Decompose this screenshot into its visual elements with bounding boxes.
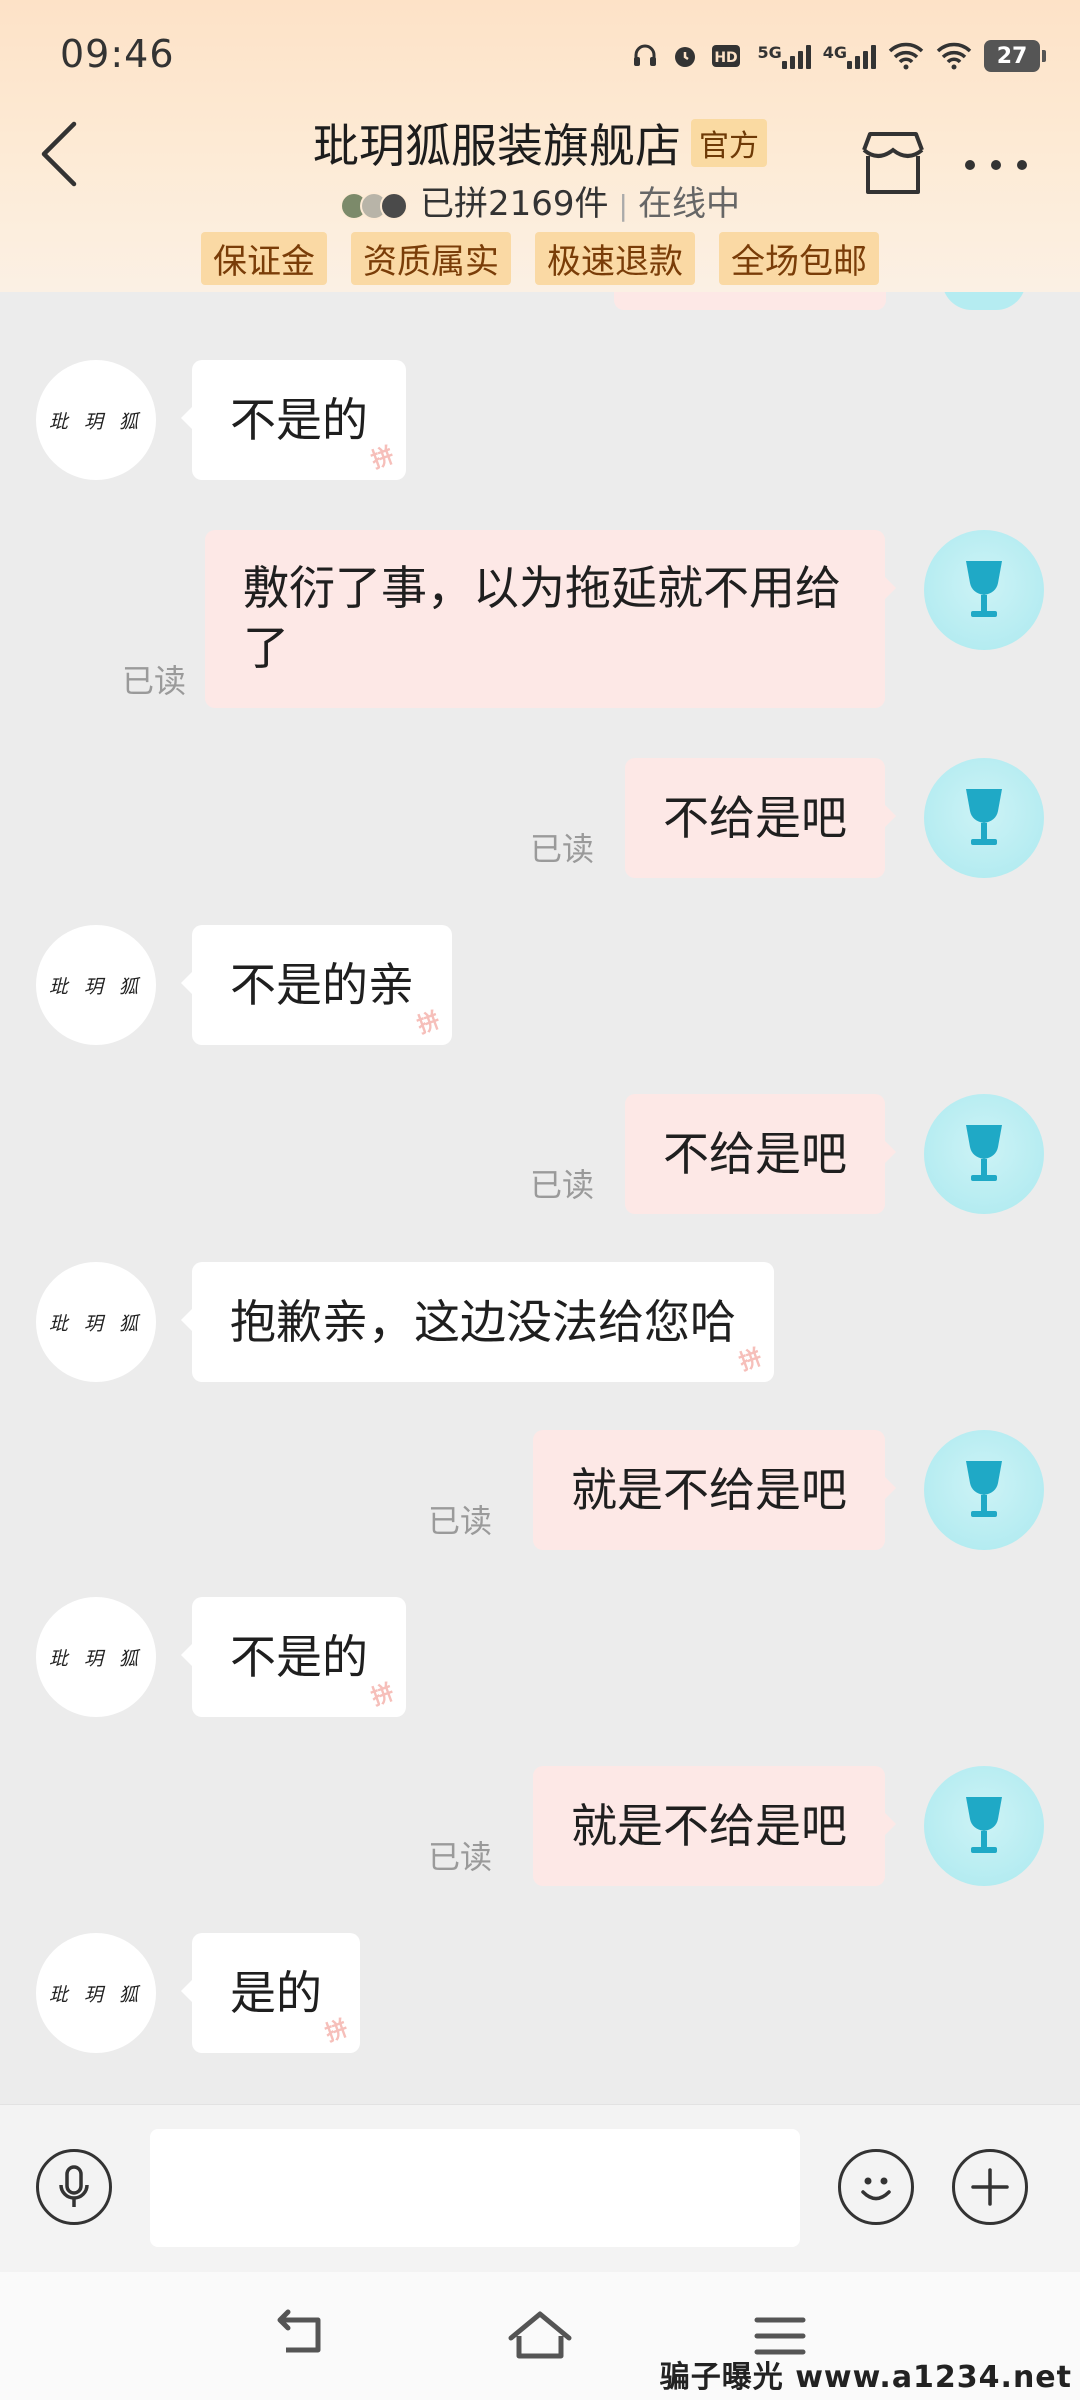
message-bubble[interactable]: 不是的拼	[181, 1597, 406, 1717]
message-text: 不是的	[230, 393, 368, 447]
message-bubble[interactable]: 是的拼	[181, 1933, 360, 2053]
message-text: 不给是吧	[663, 791, 847, 845]
shop-subtitle: 已拼2169件 | 在线中	[0, 176, 1080, 225]
nav-home-icon[interactable]	[505, 2306, 575, 2366]
message-text: 就是不给是吧	[571, 1463, 847, 1517]
shop-avatar[interactable]: 玭 玥 狐	[36, 925, 156, 1045]
service-tags: 保证金 资质属实 极速退款 全场包邮	[0, 232, 1080, 285]
user-avatar[interactable]	[924, 1766, 1044, 1886]
wifi-icon	[888, 42, 924, 70]
message-text: 是的	[230, 1966, 322, 2020]
message-input[interactable]	[150, 2129, 800, 2247]
status-icons: HD 5G 4G 27	[631, 34, 1046, 78]
message-text: 不是的	[230, 1630, 368, 1684]
message-text: 抱歉亲，这边没法给您哈	[230, 1295, 736, 1349]
signal-4g-icon: 4G	[823, 43, 876, 69]
hd-label: HD	[715, 50, 738, 66]
pin-watermark-icon: 拼	[322, 2016, 352, 2048]
read-receipt: 已读	[428, 1838, 493, 1876]
user-avatar[interactable]	[924, 530, 1044, 650]
input-bar	[0, 2104, 1080, 2273]
emoji-icon[interactable]	[838, 2149, 914, 2225]
site-watermark: 骗子曝光 www.a1234.net	[659, 2360, 1072, 2395]
user-avatar[interactable]	[924, 1430, 1044, 1550]
pin-watermark-icon: 拼	[414, 1008, 444, 1040]
message-bubble[interactable]: 就是不给是吧	[533, 1766, 896, 1886]
shop-name[interactable]: 玭玥狐服装旗舰店	[313, 119, 681, 173]
message-bubble[interactable]: 不给是吧	[625, 758, 896, 878]
pin-watermark-icon: 拼	[368, 443, 398, 475]
subtitle-separator: |	[618, 189, 628, 222]
message-text: 敷衍了事，以为拖延就不用给了	[243, 561, 841, 675]
wifi-icon-2	[936, 42, 972, 70]
message-bubble[interactable]: 不给是吧	[625, 1094, 896, 1214]
message-text: 就是不给是吧	[571, 1799, 847, 1853]
message-bubble[interactable]: 不是的亲拼	[181, 925, 452, 1045]
message-text: 不是的亲	[230, 958, 414, 1012]
tag-free-shipping[interactable]: 全场包邮	[719, 232, 879, 285]
read-receipt: 已读	[122, 662, 187, 700]
signal-5g-label: 5G	[757, 43, 782, 62]
user-avatar[interactable]	[924, 758, 1044, 878]
read-receipt: 已读	[428, 1502, 493, 1540]
hd-icon: HD	[711, 42, 745, 70]
tag-deposit[interactable]: 保证金	[201, 232, 327, 285]
official-badge: 官方	[691, 119, 767, 167]
pin-watermark-icon: 拼	[736, 1345, 766, 1377]
message-bubble[interactable]: 敷衍了事，以为拖延就不用给了	[205, 530, 896, 708]
shop-avatar[interactable]: 玭 玥 狐	[36, 1597, 156, 1717]
wine-glass-icon	[966, 789, 1002, 845]
user-avatar[interactable]	[924, 1094, 1044, 1214]
status-bar: 09:46 HD 5G 4G 27	[0, 0, 1080, 112]
shop-avatar[interactable]: 玭 玥 狐	[36, 1933, 156, 2053]
battery-icon: 27	[984, 40, 1046, 72]
tag-verified[interactable]: 资质属实	[351, 232, 511, 285]
tag-fast-refund[interactable]: 极速退款	[535, 232, 695, 285]
buyer-avatars	[340, 191, 412, 220]
buyer-avatar	[380, 191, 409, 220]
system-nav-bar: 骗子曝光 www.a1234.net	[0, 2272, 1080, 2400]
microphone-icon[interactable]	[36, 2149, 112, 2225]
signal-4g-label: 4G	[822, 43, 847, 62]
message-bubble[interactable]: 抱歉亲，这边没法给您哈拼	[181, 1262, 774, 1382]
alarm-icon	[671, 42, 699, 70]
chat-header: 09:46 HD 5G 4G 27 玭玥狐服装旗舰店 官方 已拼2169件 | …	[0, 0, 1080, 292]
wine-glass-icon	[966, 561, 1002, 617]
wine-glass-icon	[966, 1461, 1002, 1517]
message-bubble[interactable]: 不是的拼	[181, 360, 406, 480]
message-bubble[interactable]: 就是不给是吧	[533, 1430, 896, 1550]
read-receipt: 已读	[530, 830, 595, 868]
shop-avatar[interactable]: 玭 玥 狐	[36, 360, 156, 480]
status-time: 09:46	[60, 32, 175, 76]
headset-icon	[631, 42, 659, 70]
sold-count: 已拼2169件	[420, 184, 609, 224]
message-text: 不给是吧	[663, 1127, 847, 1181]
shop-avatar[interactable]: 玭 玥 狐	[36, 1262, 156, 1382]
signal-5g-icon: 5G	[757, 43, 811, 69]
pin-watermark-icon: 拼	[368, 1680, 398, 1712]
nav-back-icon[interactable]	[266, 2306, 336, 2366]
wine-glass-icon	[966, 1797, 1002, 1853]
wine-glass-icon	[966, 1125, 1002, 1181]
plus-icon[interactable]	[952, 2149, 1028, 2225]
read-receipt: 已读	[530, 1166, 595, 1204]
online-status: 在线中	[637, 184, 740, 224]
